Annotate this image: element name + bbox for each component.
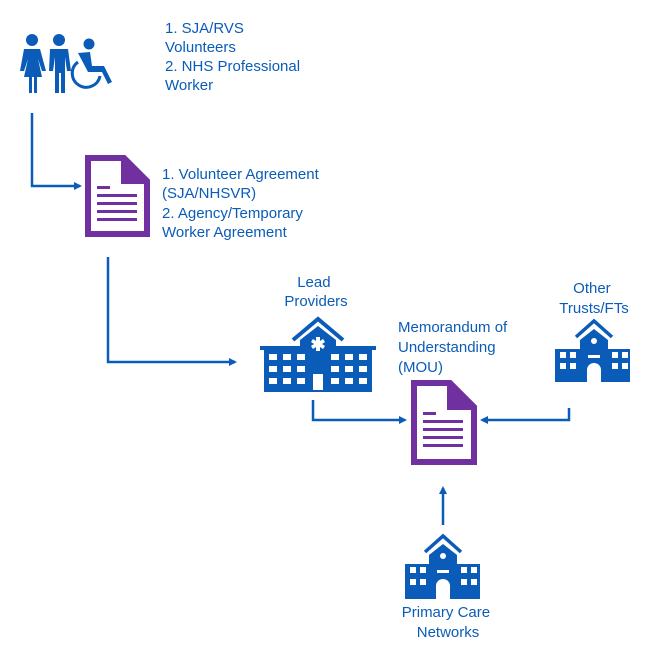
hospital-icon bbox=[260, 316, 376, 392]
building-icon-primary-care bbox=[405, 533, 480, 599]
people-label: 1. SJA/RVS Volunteers 2. NHS Professiona… bbox=[165, 20, 304, 94]
connector-agreement-to-lead-providers bbox=[106, 257, 237, 366]
lead-providers-label: Lead Providers bbox=[284, 274, 347, 310]
people-with-wheelchair-icon bbox=[20, 34, 112, 93]
building-icon-other-trusts bbox=[555, 318, 630, 382]
diagram: 1. SJA/RVS Volunteers 2. NHS Professiona… bbox=[0, 0, 667, 661]
agreement-label: 1. Volunteer Agreement (SJA/NHSVR) 2. Ag… bbox=[162, 166, 323, 241]
connector-people-to-agreement bbox=[30, 113, 82, 190]
mou-document-icon bbox=[411, 380, 477, 465]
agreement-document-icon bbox=[85, 155, 150, 237]
connector-lead-providers-to-mou bbox=[311, 400, 407, 424]
other-trusts-label: Other Trusts/FTs bbox=[559, 280, 628, 317]
primary-care-label: Primary Care Networks bbox=[402, 604, 495, 641]
mou-label: Memorandum of Understanding (MOU) bbox=[398, 319, 511, 376]
connector-other-trusts-to-mou bbox=[480, 408, 571, 424]
